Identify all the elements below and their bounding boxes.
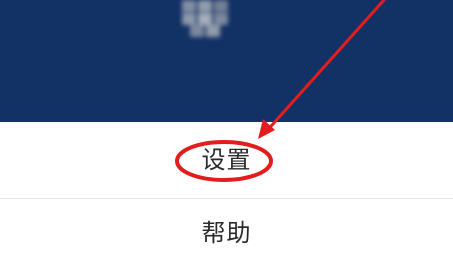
settings-menu-item[interactable]: 设置 (0, 122, 453, 198)
profile-header (0, 0, 453, 122)
blurred-avatar-icon[interactable] (182, 0, 240, 38)
settings-label: 设置 (201, 146, 252, 174)
help-menu-item[interactable]: 帮助 (0, 199, 453, 266)
help-label: 帮助 (201, 218, 252, 247)
menu-list: 设置 帮助 (0, 122, 453, 266)
